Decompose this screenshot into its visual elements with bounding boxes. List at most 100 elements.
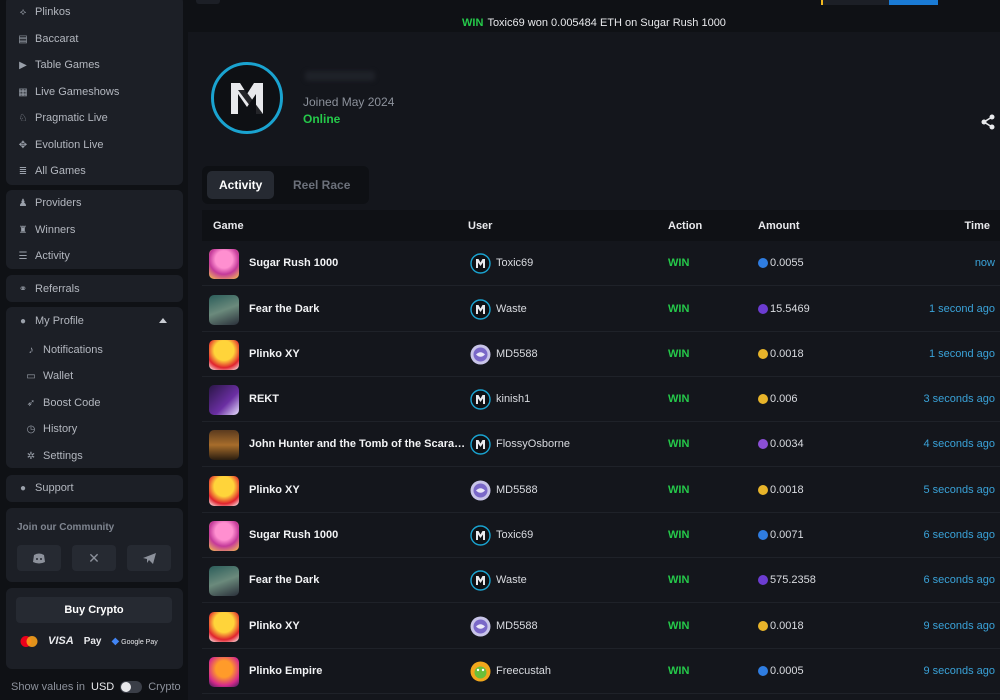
balance-field[interactable] [821, 0, 891, 5]
user-name[interactable]: kinish1 [496, 393, 530, 405]
game-name[interactable]: Sugar Rush 1000 [249, 529, 467, 541]
game-name[interactable]: Fear the Dark [249, 303, 467, 315]
table-row[interactable]: Plinko XY MD5588 WIN 0.0018 1 second ago [202, 332, 1000, 377]
gold-coin-icon [758, 621, 768, 631]
deposit-button[interactable] [889, 0, 938, 5]
game-thumbnail[interactable] [209, 430, 239, 460]
sidebar-item-table-games[interactable]: ▶ Table Games [6, 53, 183, 77]
game-thumbnail[interactable] [209, 295, 239, 325]
amount-value: 575.2358 [770, 574, 816, 586]
sidebar-item-my-profile[interactable]: ● My Profile [6, 309, 183, 333]
sidebar: ⟡ Plinkos ▤ Baccarat ▶ Table Games ▦ Live Ga… [0, 0, 188, 700]
user-avatar [470, 434, 491, 455]
table-icon: ▶ [19, 59, 27, 71]
table-row[interactable]: REKT kinish1 WIN 0.006 3 seconds ago [202, 377, 1000, 422]
user-icon: ● [19, 315, 27, 327]
sidebar-item-notifications[interactable]: ♪ Notifications [6, 338, 183, 362]
sidebar-item-history[interactable]: ◷ History [6, 417, 183, 441]
x-button[interactable]: ✕ [72, 545, 116, 571]
sidebar-item-settings[interactable]: ✲ Settings [6, 444, 183, 468]
table-header: Game User Action Amount Time [202, 210, 1000, 241]
sidebar-item-plinkos[interactable]: ⟡ Plinkos [6, 0, 183, 24]
game-thumbnail[interactable] [209, 340, 239, 370]
eth-coin-icon [758, 530, 768, 540]
table-row[interactable]: Plinko Empire Freecustah WIN 0.0005 9 second… [202, 649, 1000, 694]
sidebar-item-evolution-live[interactable]: ✥ Evolution Live [6, 133, 183, 157]
user-name[interactable]: Waste [496, 574, 527, 586]
trophy-icon: ♜ [18, 224, 28, 236]
game-name[interactable]: Plinko XY [249, 620, 467, 632]
list-icon: ☰ [18, 250, 28, 262]
cards-icon: ▤ [18, 33, 28, 45]
user-name[interactable]: MD5588 [496, 620, 538, 632]
game-name[interactable]: Sugar Rush 1000 [249, 257, 467, 269]
table-row[interactable]: Sugar Rush 1000 Toxic69 WIN 0.0071 6 seconds… [202, 513, 1000, 558]
user-name[interactable]: Waste [496, 303, 527, 315]
sidebar-item-live-gameshows[interactable]: ▦ Live Gameshows [6, 80, 183, 104]
sidebar-item-baccarat[interactable]: ▤ Baccarat [6, 27, 183, 51]
sidebar-item-boost-code[interactable]: ➶ Boost Code [6, 391, 183, 415]
mx-avatar-icon [470, 525, 491, 546]
sidebar-item-providers[interactable]: ♟ Providers [6, 191, 183, 215]
user-name[interactable]: MD5588 [496, 348, 538, 360]
telegram-button[interactable] [127, 545, 171, 571]
user-name[interactable]: Freecustah [496, 665, 551, 677]
action-label: WIN [668, 438, 690, 450]
buy-crypto-button[interactable]: Buy Crypto [16, 597, 172, 623]
game-thumbnail[interactable] [209, 612, 239, 642]
tab-activity[interactable]: Activity [207, 171, 275, 199]
game-thumbnail[interactable] [209, 521, 239, 551]
action-label: WIN [668, 303, 690, 315]
sidebar-item-pragmatic-live[interactable]: ♘ Pragmatic Live [6, 106, 183, 130]
purple-coin-icon [758, 439, 768, 449]
table-row[interactable]: Sugar Rush 1000 Toxic69 WIN 0.0055 now [202, 241, 1000, 286]
sidebar-profile-group: ● My Profile ♪ Notifications ▭ Wallet ➶ Boos… [6, 307, 183, 468]
time-ago: 1 second ago [928, 303, 995, 315]
action-label: WIN [668, 529, 690, 541]
sidebar-item-all-games[interactable]: ≣ All Games [6, 159, 183, 183]
game-name[interactable]: REKT [249, 393, 467, 405]
gold-coin-icon [758, 349, 768, 359]
game-thumbnail[interactable] [209, 657, 239, 687]
table-row[interactable]: Fear the Dark Waste WIN 15.5469 1 second ago [202, 287, 1000, 332]
sidebar-item-referrals[interactable]: ⚭ Referrals [6, 277, 183, 301]
user-avatar [470, 299, 491, 320]
user-name[interactable]: MD5588 [496, 484, 538, 496]
gold-coin-icon [758, 485, 768, 495]
sidebar-item-winners[interactable]: ♜ Winners [6, 218, 183, 242]
table-row[interactable]: John Hunter and the Tomb of the Scarab Q… [202, 422, 1000, 467]
user-avatar [470, 616, 491, 637]
table-row[interactable]: Plinko XY MD5588 WIN 0.0018 9 seconds ago [202, 604, 1000, 649]
sidebar-item-support[interactable]: ● Support [6, 476, 183, 500]
user-name[interactable]: Toxic69 [496, 257, 533, 269]
menu-button[interactable] [196, 0, 220, 4]
currency-toggle[interactable] [120, 681, 143, 693]
gear-icon: ✲ [26, 450, 36, 462]
apple-pay-logo: Pay [83, 635, 102, 647]
stack-icon: ≣ [18, 165, 28, 177]
tab-reel-race[interactable]: Reel Race [281, 171, 362, 199]
action-label: WIN [668, 574, 690, 586]
game-name[interactable]: Plinko XY [249, 348, 467, 360]
telegram-icon [142, 552, 156, 564]
mx-avatar-icon [470, 389, 491, 410]
sidebar-item-activity[interactable]: ☰ Activity [6, 244, 183, 268]
table-row[interactable]: Fear the Dark Waste WIN 575.2358 6 seconds a… [202, 558, 1000, 603]
game-name[interactable]: Fear the Dark [249, 574, 467, 586]
user-name[interactable]: FlossyOsborne [496, 438, 570, 450]
game-thumbnail[interactable] [209, 249, 239, 279]
table-row[interactable]: Plinko XY MD5588 WIN 0.0018 5 seconds ago [202, 468, 1000, 513]
user-name[interactable]: Toxic69 [496, 529, 533, 541]
providers-icon: ♟ [18, 197, 28, 209]
game-name[interactable]: John Hunter and the Tomb of the Scarab Q… [249, 438, 467, 450]
time-ago: 1 second ago [928, 348, 995, 360]
share-icon[interactable] [980, 114, 996, 130]
discord-icon [33, 553, 45, 563]
game-thumbnail[interactable] [209, 566, 239, 596]
game-thumbnail[interactable] [209, 476, 239, 506]
game-thumbnail[interactable] [209, 385, 239, 415]
game-name[interactable]: Plinko Empire [249, 665, 467, 677]
discord-button[interactable] [17, 545, 61, 571]
sidebar-item-wallet[interactable]: ▭ Wallet [6, 364, 183, 388]
game-name[interactable]: Plinko XY [249, 484, 467, 496]
